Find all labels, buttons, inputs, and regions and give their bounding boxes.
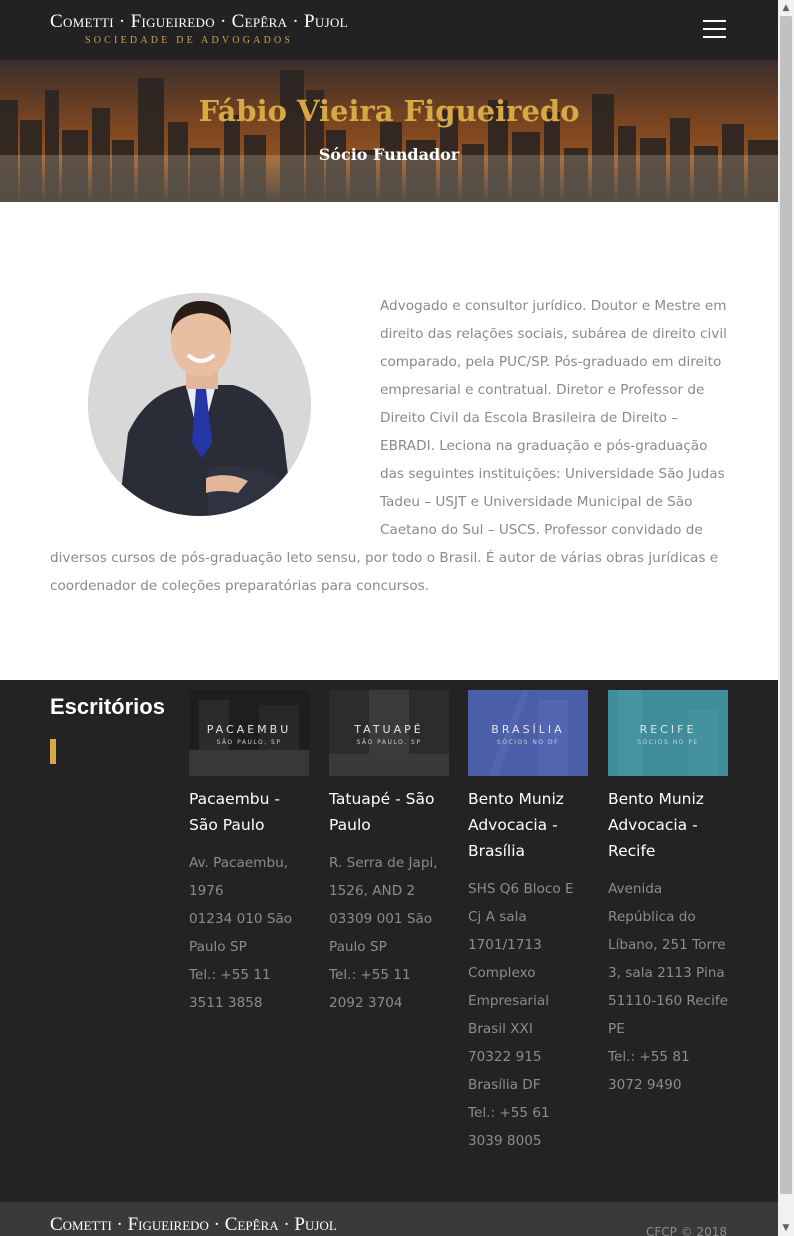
scrollbar-thumb[interactable] [780,16,792,1194]
office-address-line: Avenida República do Líbano, 251 Torre 3… [608,881,726,981]
office-name[interactable]: Pacaembu - São Paulo [189,786,309,838]
office-address: Av. Pacaembu, 1976 01234 010 São Paulo SP… [189,849,309,1017]
partner-bio: Advogado e consultor jurídico. Doutor e … [50,292,730,600]
office-address-line: 01234 010 São Paulo SP [189,911,293,955]
partner-name: Fábio Vieira Figueiredo [198,94,580,128]
footer-bar: Cometti · Figueiredo · Cepêra · Pujol CF… [0,1202,778,1236]
office-address-line: R. Serra de Japi, 1526, AND 2 [329,855,438,899]
office-image[interactable]: PACAEMBU SÃO PAULO, SP [189,690,309,776]
office-image-label: TATUAPÉ [354,723,424,736]
page-scrollbar[interactable]: ▲ ▼ [778,0,794,1236]
office-card-recife[interactable]: RECIFE SÓCIOS NO PE Bento Muniz Advocaci… [608,690,728,1099]
office-address: R. Serra de Japi, 1526, AND 2 03309 001 S… [329,849,449,1017]
office-address-line: 70322 915 Brasília DF [468,1049,542,1093]
scroll-down-arrow-icon[interactable]: ▼ [778,1220,794,1236]
office-name[interactable]: Tatuapé - São Paulo [329,786,449,838]
office-image-label: BRASÍLIA [491,723,565,736]
office-image[interactable]: BRASÍLIA SÓCIOS NO DF [468,690,588,776]
menu-bar [703,20,726,22]
office-name[interactable]: Bento Muniz Advocacia - Recife [608,786,728,864]
office-image-sublabel: SÓCIOS NO PE [637,739,699,746]
office-image-sublabel: SÃO PAULO, SP [216,739,282,746]
hamburger-menu-icon[interactable] [703,20,726,38]
partner-role: Sócio Fundador [318,145,460,164]
menu-bar [703,36,726,38]
heading-accent-bar [50,739,56,764]
office-card-tatuape[interactable]: TATUAPÉ SÃO PAULO, SP Tatuapé - São Paul… [329,690,449,1017]
office-image-sublabel: SÃO PAULO, SP [356,739,422,746]
office-phone: Tel.: +55 81 3072 9490 [608,1049,690,1093]
hero-banner: Fábio Vieira Figueiredo Sócio Fundador [0,60,778,202]
menu-bar [703,28,726,30]
logo-wordmark: Cometti · Figueiredo · Cepêra · Pujol [50,11,348,32]
office-phone: Tel.: +55 11 2092 3704 [329,967,411,1011]
office-image-label: RECIFE [639,723,697,736]
copyright-text: CFCP © 2018 [646,1225,728,1236]
office-address: SHS Q6 Bloco E Cj A sala 1701/1713 Comple… [468,875,588,1155]
office-address-line: SHS Q6 Bloco E Cj A sala 1701/1713 [468,881,574,953]
office-image[interactable]: RECIFE SÓCIOS NO PE [608,690,728,776]
photo-spacer [50,292,380,544]
scroll-up-arrow-icon[interactable]: ▲ [778,0,794,16]
office-image-sublabel: SÓCIOS NO DF [496,739,560,746]
city-skyline-image [0,60,778,202]
office-phone: Tel.: +55 11 3511 3858 [189,967,271,1011]
office-phone: Tel.: +55 61 3039 8005 [468,1105,550,1149]
office-card-brasilia[interactable]: BRASÍLIA SÓCIOS NO DF Bento Muniz Advoca… [468,690,588,1155]
office-card-pacaembu[interactable]: PACAEMBU SÃO PAULO, SP Pacaembu - São Pa… [189,690,309,1017]
footer-logo[interactable]: Cometti · Figueiredo · Cepêra · Pujol [50,1214,337,1236]
office-image[interactable]: TATUAPÉ SÃO PAULO, SP [329,690,449,776]
office-address-line: Complexo Empresarial Brasil XXI [468,965,549,1037]
office-image-label: PACAEMBU [206,723,292,736]
office-address-line: Av. Pacaembu, 1976 [189,855,289,899]
site-header: Cometti · Figueiredo · Cepêra · Pujol SO… [0,0,778,60]
office-address: Avenida República do Líbano, 251 Torre 3… [608,875,728,1099]
offices-section: Escritórios PACAEMBU SÃO PAULO, SP Pacae… [0,680,778,1202]
offices-heading: Escritórios [50,694,165,719]
office-address-line: 51110-160 Recife PE [608,993,729,1037]
office-address-line: 03309 001 São Paulo SP [329,911,433,955]
site-logo[interactable]: Cometti · Figueiredo · Cepêra · Pujol SO… [50,11,370,46]
office-name[interactable]: Bento Muniz Advocacia - Brasília [468,786,588,864]
logo-tagline: SOCIEDADE DE ADVOGADOS [85,35,294,46]
